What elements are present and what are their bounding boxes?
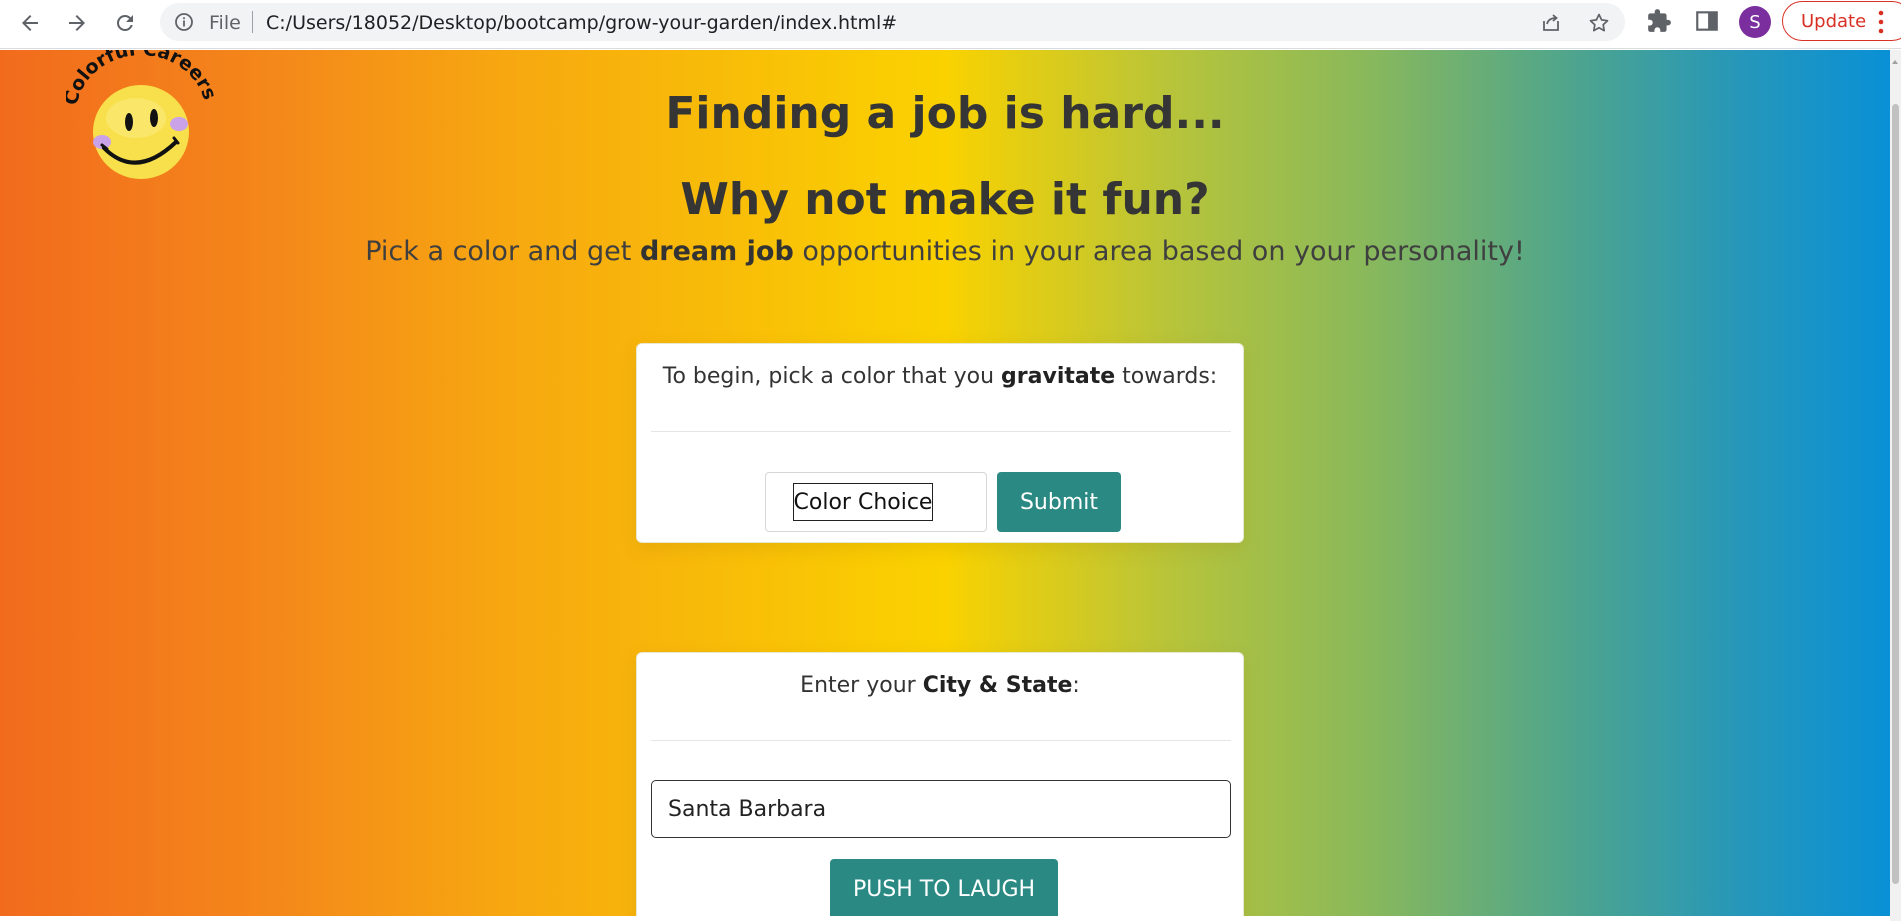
url-text[interactable]: C:/Users/18052/Desktop/bootcamp/grow-you… [266,12,897,34]
hero-description: Pick a color and get dream job opportuni… [0,236,1890,267]
share-icon[interactable] [1539,11,1563,35]
color-prompt-pre: To begin, pick a color that you [662,364,1002,389]
push-to-laugh-button[interactable]: PUSH TO LAUGH [830,859,1058,916]
city-prompt: Enter your City & State: [637,673,1243,698]
city-state-card: Enter your City & State: Santa Barbara P… [636,652,1244,916]
city-state-input[interactable]: Santa Barbara [651,780,1231,838]
back-button[interactable] [12,5,48,41]
browser-toolbar: File C:/Users/18052/Desktop/bootcamp/gro… [0,0,1901,49]
scrollbar-thumb[interactable] [1892,104,1899,884]
city-prompt-bold: City & State [922,673,1073,698]
submit-button[interactable]: Submit [997,472,1121,532]
hero-subtitle: Why not make it fun? [680,174,1210,225]
address-bar[interactable]: File C:/Users/18052/Desktop/bootcamp/gro… [160,3,1625,41]
color-prompt: To begin, pick a color that you gravitat… [637,364,1243,389]
page-background: Colorful Careers Finding a job is hard..… [0,50,1890,916]
color-choice-select[interactable]: Color Choice [793,483,933,521]
hero-title: Finding a job is hard... [665,88,1225,139]
file-scheme-label: File [209,12,241,34]
side-panel-icon[interactable] [1694,8,1720,34]
arrow-right-icon [69,15,85,31]
menu-dots-icon[interactable] [1876,9,1886,35]
reload-button[interactable] [107,5,143,41]
omnibox-divider [252,11,253,33]
extensions-icon[interactable] [1646,8,1672,34]
arrow-left-icon [22,15,38,31]
card-divider [651,740,1231,741]
color-prompt-post: towards: [1115,364,1218,389]
card-divider [651,431,1231,432]
vertical-scrollbar[interactable] [1890,50,1901,921]
profile-avatar[interactable]: S [1739,6,1771,38]
color-choice-field[interactable]: Color Choice [765,472,987,532]
scroll-up-arrow-icon[interactable] [1892,60,1898,64]
bookmark-star-icon[interactable] [1587,11,1611,35]
reload-icon [116,14,133,31]
forward-button[interactable] [59,5,95,41]
city-prompt-pre: Enter your [800,673,923,698]
page-bottom-edge [0,916,1890,921]
hero-description-post: opportunities in your area based on your… [793,236,1525,267]
color-prompt-bold: gravitate [1001,364,1116,389]
hero-description-pre: Pick a color and get [365,236,640,267]
info-icon[interactable] [174,12,194,32]
hero-description-bold: dream job [639,236,794,267]
city-prompt-post: : [1072,673,1080,698]
color-choice-card: To begin, pick a color that you gravitat… [636,343,1244,543]
